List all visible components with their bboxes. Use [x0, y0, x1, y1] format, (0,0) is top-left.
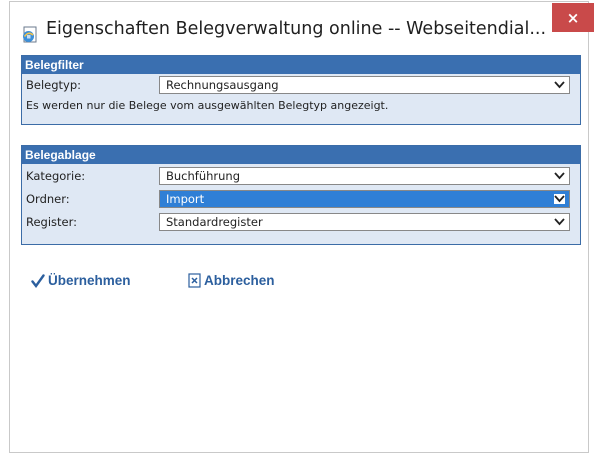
ordner-label: Ordner: — [26, 192, 70, 206]
belegablage-group: Belegablage Kategorie: Buchführung Ordne… — [21, 145, 581, 245]
chevron-down-icon — [554, 172, 565, 180]
kategorie-value: Buchführung — [166, 169, 241, 183]
checkmark-icon — [31, 273, 45, 288]
belegfilter-header: Belegfilter — [22, 56, 580, 74]
register-select[interactable]: Standardregister — [159, 213, 570, 231]
belegtyp-hint: Es werden nur die Belege vom ausgewählte… — [26, 99, 389, 112]
ordner-value: Import — [166, 192, 205, 206]
close-icon: × — [566, 8, 580, 27]
kategorie-label: Kategorie: — [26, 169, 86, 183]
chevron-down-icon — [554, 194, 565, 204]
kategorie-select[interactable]: Buchführung — [159, 167, 570, 185]
belegablage-body: Kategorie: Buchführung Ordner: Import Re… — [22, 164, 580, 244]
belegtyp-select[interactable]: Rechnungsausgang — [159, 76, 570, 94]
cancel-button[interactable]: Abbrechen — [188, 273, 275, 288]
ordner-select[interactable]: Import — [159, 190, 570, 208]
belegablage-header: Belegablage — [22, 146, 580, 164]
apply-button[interactable]: Übernehmen — [31, 273, 131, 288]
chevron-down-icon — [554, 81, 565, 89]
apply-label: Übernehmen — [48, 273, 131, 288]
belegfilter-group: Belegfilter Belegtyp: Rechnungsausgang E… — [21, 55, 581, 125]
ie-page-icon — [21, 26, 39, 44]
window-title: Eigenschaften Belegverwaltung online -- … — [46, 19, 547, 39]
cancel-label: Abbrechen — [204, 273, 275, 288]
title-bar: Eigenschaften Belegverwaltung online -- … — [10, 2, 594, 52]
belegfilter-body: Belegtyp: Rechnungsausgang Es werden nur… — [22, 74, 580, 124]
dialog-window: Eigenschaften Belegverwaltung online -- … — [9, 1, 594, 453]
chevron-down-icon — [554, 218, 565, 226]
register-value: Standardregister — [166, 215, 263, 229]
belegtyp-value: Rechnungsausgang — [166, 78, 279, 92]
belegtyp-label: Belegtyp: — [26, 78, 82, 92]
register-label: Register: — [26, 215, 78, 229]
cancel-document-icon — [188, 273, 201, 288]
close-button[interactable]: × — [552, 3, 594, 32]
